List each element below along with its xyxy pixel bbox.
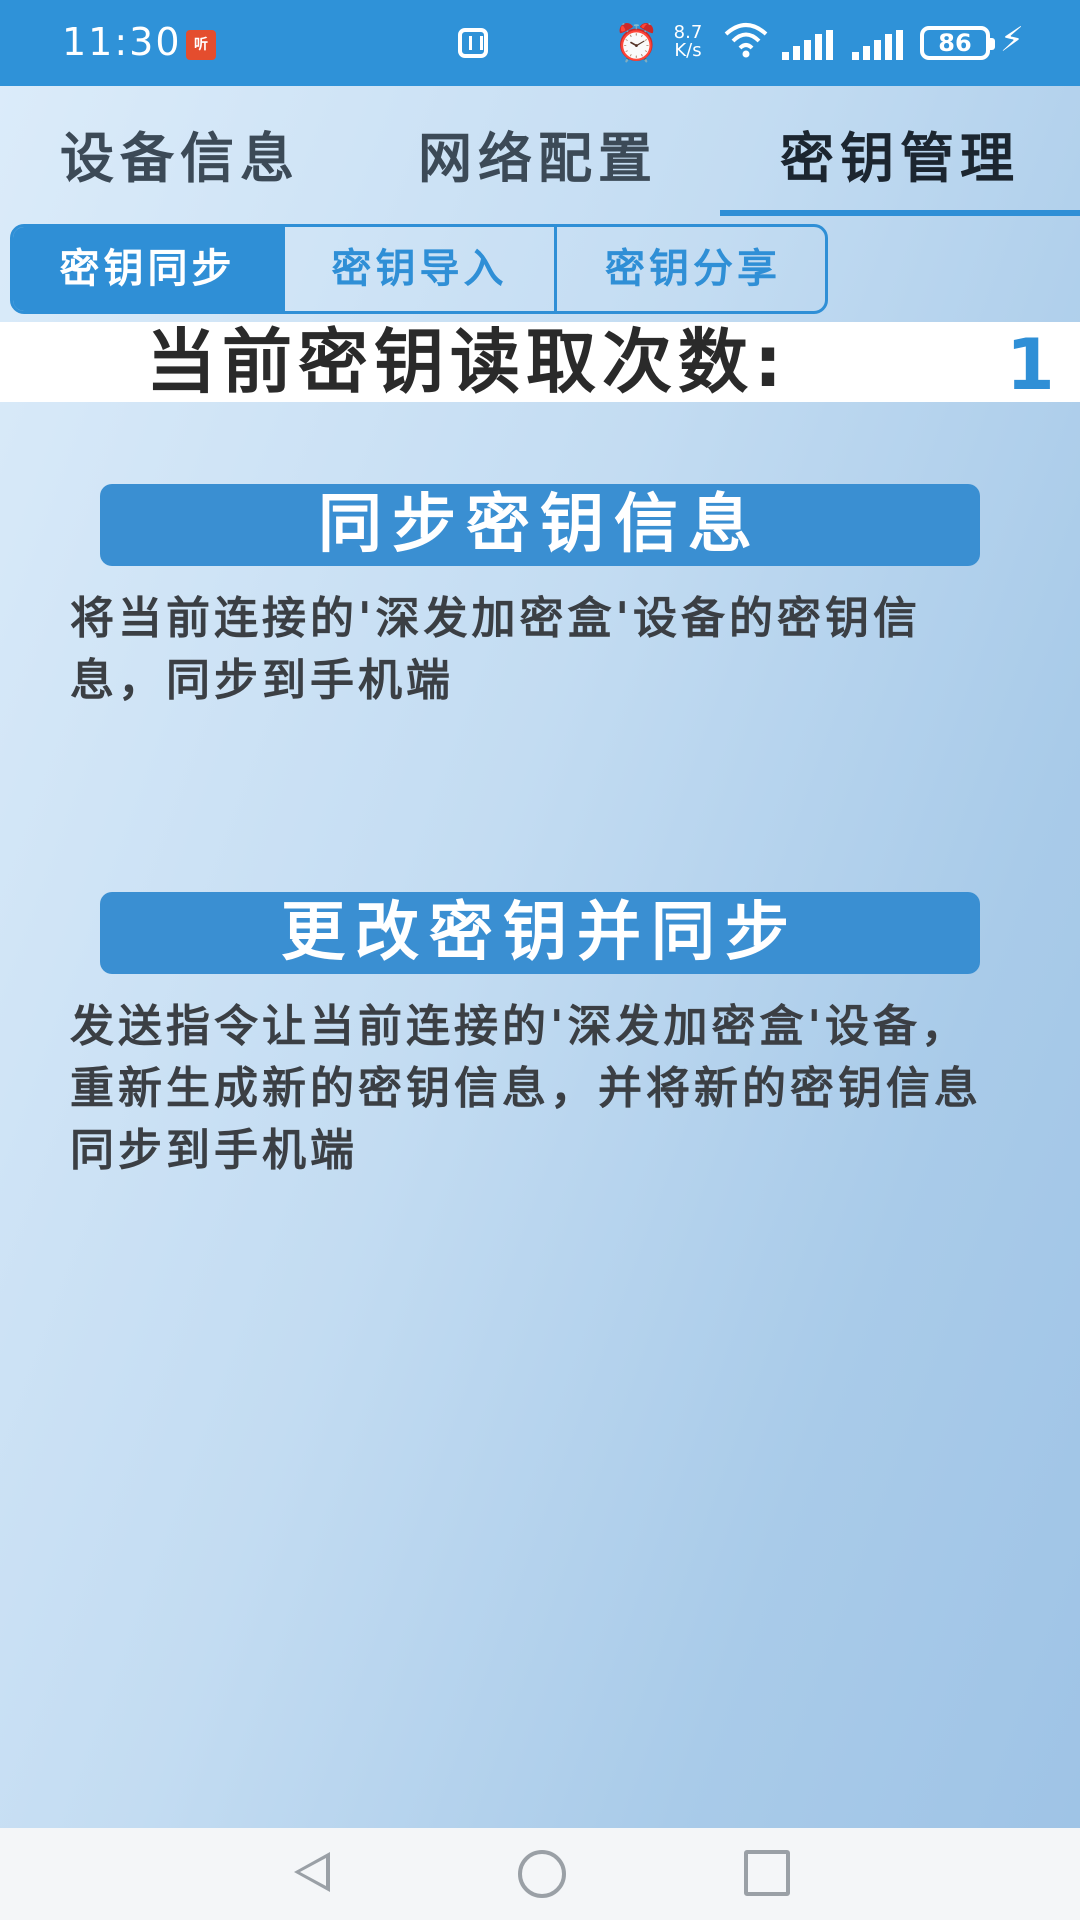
nfc-icon [458,28,488,58]
alarm-icon: ⏰ [614,23,659,64]
back-icon[interactable] [294,1852,330,1892]
active-tab-indicator [720,210,1080,216]
subtab-key-import[interactable]: 密钥导入 [285,227,557,311]
sync-key-button[interactable]: 同步密钥信息 [100,484,980,566]
network-speed: 8.7 K/s [668,24,708,60]
system-nav-bar [0,1828,1080,1920]
charging-icon: ⚡ [1000,20,1024,60]
main-tab-bar: 设备信息 网络配置 密钥管理 [0,86,1080,216]
tab-device-info[interactable]: 设备信息 [60,114,300,193]
key-read-counter: 当前密钥读取次数: 1 [0,321,1080,406]
notification-app-icon: 听 [186,30,216,60]
tab-key-management[interactable]: 密钥管理 [780,114,1020,193]
counter-value: 1 [1006,324,1055,406]
key-subtab-bar: 密钥同步 密钥导入 密钥分享 [10,224,828,314]
battery-icon: 86 [920,26,995,60]
subtab-key-sync[interactable]: 密钥同步 [13,227,285,311]
change-and-sync-key-button[interactable]: 更改密钥并同步 [100,892,980,974]
recent-apps-icon[interactable] [744,1850,790,1896]
network-speed-unit: K/s [674,40,702,61]
signal-icon [782,30,834,60]
sync-key-description: 将当前连接的'深发加密盒'设备的密钥信息，同步到手机端 [70,593,921,706]
change-and-sync-key-description: 发送指令让当前连接的'深发加密盒'设备，重新生成新的密钥信息，并将新的密钥信息同… [70,1001,982,1176]
counter-label: 当前密钥读取次数: [146,321,788,403]
wifi-icon [722,20,770,69]
signal-icon [852,30,904,60]
status-time: 11:30 [62,20,182,64]
tab-network-config[interactable]: 网络配置 [418,114,658,193]
subtab-key-share[interactable]: 密钥分享 [557,227,825,311]
status-bar: 11:30 听 ⏰ 8.7 K/s 86 ⚡ [0,0,1080,86]
home-icon[interactable] [518,1850,566,1898]
